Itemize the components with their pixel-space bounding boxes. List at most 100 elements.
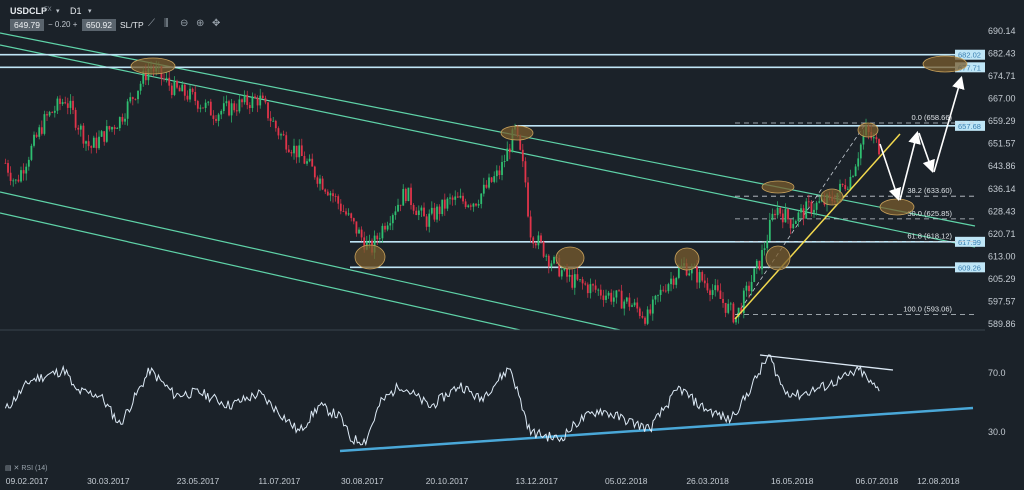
line-chart-icon[interactable]: ⟋ [148, 18, 155, 29]
candle-body [521, 149, 524, 162]
candle-body [48, 111, 51, 116]
candle-body [688, 273, 691, 276]
highlight-ellipse[interactable] [354, 244, 386, 270]
rsi-resistance-line[interactable] [759, 354, 894, 371]
candle-body [27, 159, 30, 167]
projection-arrow[interactable] [879, 143, 902, 202]
candle-body [854, 166, 857, 177]
candle-body [506, 148, 509, 162]
candle-body [196, 101, 199, 109]
zoom-out-icon[interactable]: ⊖ [180, 18, 188, 29]
sltp-button[interactable]: SL/TP [120, 20, 144, 30]
candle-body [589, 284, 592, 294]
crosshair-icon[interactable]: ✥ [212, 18, 220, 29]
price-tick-label: 613.00 [988, 251, 1016, 261]
price-tick-label: 667.00 [988, 94, 1016, 104]
price-axis[interactable]: 690.14 682.43 674.71 667.00 659.29 651.57 643.… [988, 26, 1016, 437]
candle-body [386, 225, 389, 230]
candle-body [113, 127, 116, 130]
candle-body [625, 297, 628, 302]
date-tick-label: 06.07.2018 [856, 476, 899, 486]
highlight-ellipse[interactable] [922, 55, 968, 73]
highlight-ellipse[interactable] [674, 247, 700, 271]
candle-body [358, 229, 360, 234]
chevron-down-icon[interactable]: ▾ [88, 7, 92, 15]
candle-body [404, 188, 407, 202]
sell-price-button[interactable]: 649.79 [10, 19, 44, 31]
highlight-ellipse[interactable] [555, 246, 585, 270]
chevron-down-icon[interactable]: ▾ [56, 7, 60, 15]
candle-body [98, 136, 100, 149]
price-tick-label: 605.29 [988, 274, 1016, 284]
candle-body [412, 205, 415, 211]
candle-body [503, 161, 506, 162]
price-tick-label: 636.14 [988, 184, 1016, 194]
highlight-ellipse[interactable] [879, 198, 915, 216]
candle-body [170, 85, 173, 95]
highlight-ellipse[interactable] [761, 180, 795, 194]
spread-value: 0.20 [54, 20, 71, 29]
date-tick-label: 11.07.2017 [258, 476, 300, 486]
candle-body [553, 256, 555, 264]
projection-arrow[interactable] [918, 132, 935, 174]
buy-price-button[interactable]: 650.92 [82, 19, 116, 31]
candle-body [781, 213, 784, 223]
candle-body [768, 219, 771, 241]
candle-body [607, 292, 610, 296]
candle-body [527, 182, 529, 217]
candle-body [194, 91, 197, 102]
highlight-ellipse[interactable] [765, 245, 791, 271]
candle-body [272, 120, 275, 122]
chart-toolbar: USDCLP FX ▾ D1 ▾ 649.79 − 0.20 + 650.92 … [0, 0, 320, 34]
channel-line-lower-2[interactable] [0, 212, 521, 331]
candle-body [792, 223, 795, 229]
candle-body [246, 94, 249, 106]
date-tick-label: 16.05.2018 [771, 476, 814, 486]
candle-body [714, 285, 717, 291]
highlight-ellipse[interactable] [857, 122, 879, 138]
highlight-ellipse[interactable] [130, 57, 176, 75]
date-tick-label: 12.08.2018 [917, 476, 960, 486]
candle-body [66, 103, 69, 108]
candle-body [389, 223, 392, 226]
symbol-label[interactable]: USDCLP [10, 6, 47, 16]
candle-body [766, 240, 769, 249]
candle-body [459, 195, 462, 198]
candle-body [802, 208, 805, 219]
candle-body [859, 144, 862, 159]
highlight-ellipse[interactable] [500, 125, 534, 141]
candle-body [844, 185, 847, 190]
candle-body [550, 263, 553, 267]
timeframe-select[interactable]: D1 [70, 6, 82, 16]
candle-body [763, 248, 766, 250]
indicators-icon[interactable]: ⫼ [164, 18, 169, 29]
spread-display: − 0.20 + [48, 20, 77, 29]
date-tick-label: 13.12.2017 [515, 476, 558, 486]
rsi-label[interactable]: ▤ ✕ RSI (14) [5, 464, 47, 472]
spread-plus[interactable]: + [73, 20, 78, 29]
candle-body [428, 213, 431, 227]
date-tick-label: 05.02.2018 [605, 476, 648, 486]
candle-body [181, 84, 184, 92]
channel-line-lower-1[interactable] [0, 191, 621, 331]
price-tick-label: 682.43 [988, 49, 1016, 59]
candle-body [451, 197, 454, 200]
highlight-ellipse[interactable] [820, 188, 844, 206]
zoom-in-icon[interactable]: ⊕ [196, 18, 204, 29]
candle-body [254, 96, 256, 98]
candle-body [118, 117, 121, 129]
candle-body [12, 180, 15, 182]
date-tick-label: 20.10.2017 [426, 476, 469, 486]
candle-body [696, 266, 698, 283]
date-axis[interactable]: 09.02.2017 30.03.2017 23.05.2017 11.07.2017… [6, 476, 960, 486]
price-chart[interactable]: 682.02677.71657.68617.99609.26 0.0 (658.… [0, 0, 1024, 490]
candle-body [256, 97, 259, 106]
candle-body [732, 303, 735, 323]
date-tick-label: 30.08.2017 [341, 476, 384, 486]
candle-body [228, 101, 230, 116]
candle-body [659, 289, 662, 295]
candle-body [623, 301, 626, 309]
spread-minus[interactable]: − [48, 20, 53, 29]
candle-body [308, 158, 311, 162]
candle-body [628, 297, 631, 307]
